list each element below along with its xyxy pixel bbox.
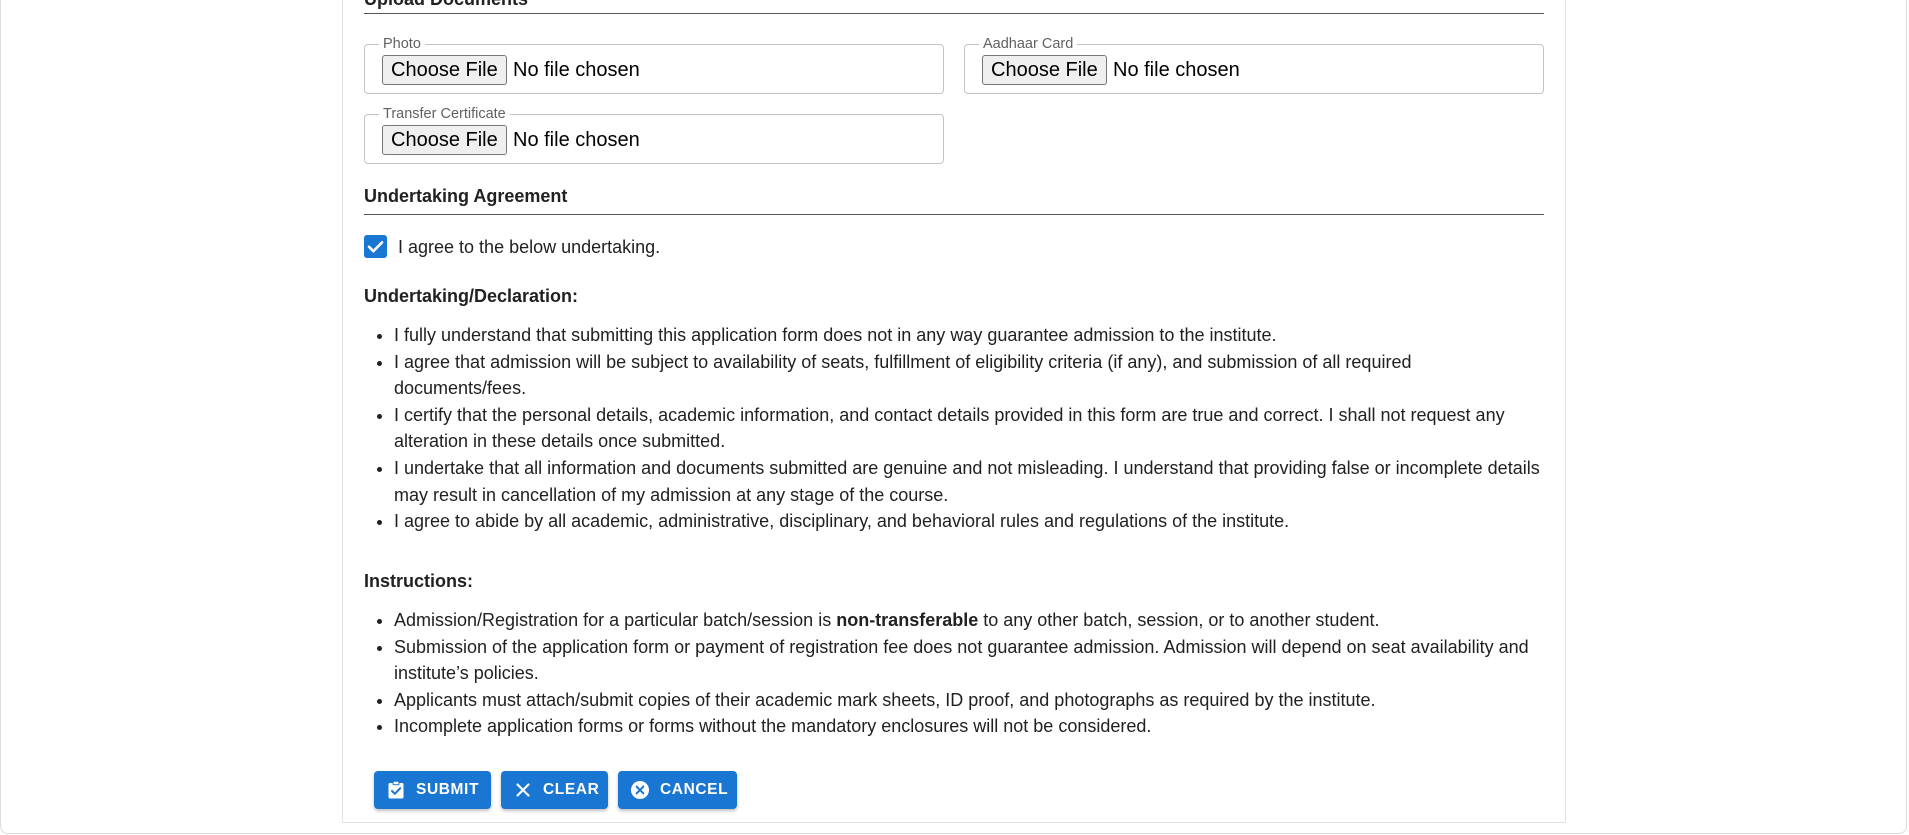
cancel-button-label: CANCEL	[660, 781, 729, 798]
section-header-undertaking-agreement: Undertaking Agreement	[364, 185, 1544, 215]
non-transferable-emphasis: non-transferable	[836, 610, 979, 630]
photo-label: Photo	[379, 36, 425, 52]
transfer-certificate-file-status: No file chosen	[513, 129, 640, 151]
instructions-list: Admission/Registration for a particular …	[364, 607, 1544, 740]
aadhaar-file-field: Aadhaar Card Choose File No file chosen	[964, 36, 1544, 94]
submit-button[interactable]: SUBMIT	[374, 771, 491, 809]
instruction-item: Submission of the application form or pa…	[394, 634, 1544, 687]
photo-choose-file-button[interactable]: Choose File	[382, 55, 507, 85]
submit-button-label: SUBMIT	[416, 781, 480, 798]
instruction-item: Incomplete application forms or forms wi…	[394, 713, 1544, 740]
clipboard-check-icon	[388, 780, 404, 799]
aadhaar-label: Aadhaar Card	[979, 36, 1078, 52]
photo-file-status: No file chosen	[513, 59, 640, 81]
checkmark-icon	[367, 241, 384, 253]
declaration-item: I fully understand that submitting this …	[394, 322, 1544, 349]
instruction-text: Admission/Registration for a particular …	[394, 610, 837, 630]
cancel-button[interactable]: CANCEL	[618, 771, 737, 809]
clear-button[interactable]: CLEAR	[501, 771, 608, 809]
aadhaar-choose-file-button[interactable]: Choose File	[982, 55, 1107, 85]
section-header-upload-documents: Upload Documents	[364, 0, 1544, 14]
instructions-title: Instructions:	[364, 571, 474, 591]
agreement-checkbox[interactable]	[364, 235, 387, 258]
photo-file-field: Photo Choose File No file chosen	[364, 36, 944, 94]
declaration-item: I agree that admission will be subject t…	[394, 349, 1544, 402]
instruction-text: to any other batch, session, or to anoth…	[978, 610, 1380, 630]
instruction-item: Applicants must attach/submit copies of …	[394, 687, 1544, 714]
declaration-list: I fully understand that submitting this …	[364, 322, 1544, 535]
close-icon	[516, 783, 530, 797]
declaration-title: Undertaking/Declaration:	[364, 286, 579, 306]
declaration-item: I undertake that all information and doc…	[394, 455, 1544, 508]
transfer-certificate-label: Transfer Certificate	[379, 106, 510, 122]
aadhaar-file-status: No file chosen	[1113, 59, 1240, 81]
instruction-item: Admission/Registration for a particular …	[394, 607, 1544, 634]
transfer-certificate-file-field: Transfer Certificate Choose File No file…	[364, 106, 944, 164]
agreement-checkbox-label[interactable]: I agree to the below undertaking.	[398, 235, 660, 259]
transfer-certificate-choose-file-button[interactable]: Choose File	[382, 125, 507, 155]
declaration-item: I certify that the personal details, aca…	[394, 402, 1544, 455]
declaration-item: I agree to abide by all academic, admini…	[394, 508, 1544, 535]
cancel-circle-icon	[631, 781, 649, 799]
clear-button-label: CLEAR	[543, 781, 600, 798]
